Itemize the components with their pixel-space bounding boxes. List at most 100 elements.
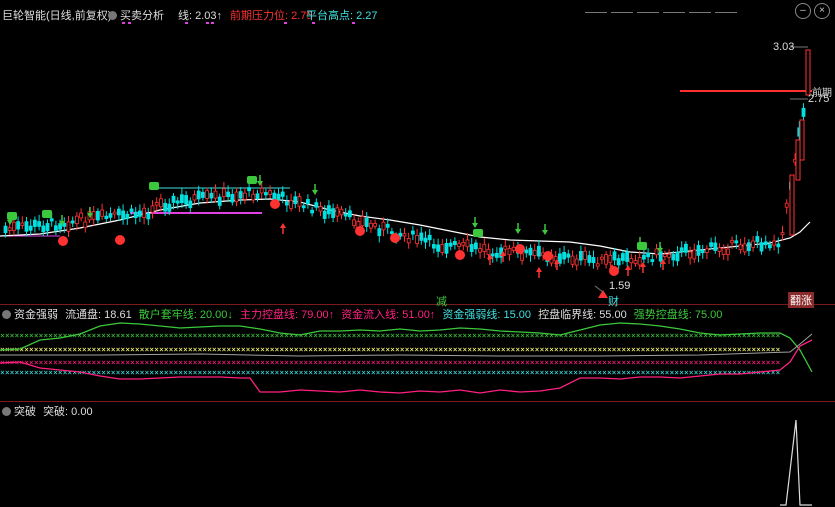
candle (326, 205, 331, 215)
money-icon (270, 199, 280, 209)
turn-up-marker: 翻涨 (788, 292, 814, 308)
candle (54, 225, 58, 231)
candle (524, 249, 529, 254)
candle (385, 223, 390, 228)
threshold-row: ××××××××××××××××××××××××××××××××××××××××… (0, 331, 780, 340)
candle (360, 216, 365, 227)
down-arrow-icon (472, 217, 478, 228)
candle (37, 221, 41, 227)
candle (75, 215, 79, 225)
signal-arrows (7, 175, 666, 278)
candle (318, 206, 323, 212)
candle (41, 225, 46, 233)
money-icon (355, 226, 365, 236)
money-icon (515, 244, 525, 254)
candle (431, 244, 436, 249)
candle (410, 230, 415, 235)
candle (158, 198, 163, 208)
settings-icon[interactable] (2, 407, 11, 416)
down-arrow-icon (542, 224, 548, 235)
candle (532, 249, 537, 256)
threshold-row: ××××××××××××××××××××××××××××××××××××××××… (0, 358, 780, 367)
high-price-label: 3.03 (773, 41, 795, 53)
candle (108, 213, 113, 218)
candle (482, 243, 487, 252)
chart-canvas[interactable]: ××××××××××××××××××××××××××××××××××××××××… (0, 0, 835, 507)
candle (11, 221, 16, 231)
candle (486, 248, 491, 255)
candle (343, 213, 348, 217)
candle (45, 223, 50, 232)
candle (377, 228, 382, 237)
candle (146, 213, 151, 220)
threshold-row: ××××××××××××××××××××××××××××××××××××××××… (0, 345, 780, 354)
candle (381, 221, 386, 231)
candle (79, 212, 83, 219)
candle (83, 221, 88, 229)
candle (574, 258, 579, 266)
candle (310, 209, 315, 214)
down-arrow-icon (312, 184, 318, 195)
candle (734, 240, 739, 244)
candle (520, 253, 524, 261)
candle (209, 192, 214, 199)
money-icon (390, 233, 400, 243)
candle (16, 221, 21, 230)
candle (268, 190, 273, 196)
candle (616, 258, 621, 266)
candle (117, 208, 121, 216)
candle (427, 234, 432, 241)
candle (171, 195, 176, 203)
candle (415, 235, 420, 244)
qiangshi-value: 强势控盘线: 75.00 (633, 309, 723, 321)
candle (188, 200, 193, 208)
up-arrow-icon (280, 223, 286, 234)
candle (230, 193, 235, 203)
liuru-value: 资金流入线: 51.00↑ (341, 309, 436, 321)
candle (579, 251, 583, 261)
panel2-name[interactable]: 资金强弱 (14, 309, 58, 321)
candle (625, 251, 629, 262)
candle (503, 245, 508, 250)
candle (738, 244, 743, 251)
candle (137, 210, 142, 217)
candle (562, 251, 566, 260)
candlesticks (3, 49, 811, 271)
candle (469, 244, 474, 252)
candle (436, 244, 441, 252)
candle (759, 242, 764, 252)
candle (461, 242, 466, 246)
candle (368, 222, 373, 229)
candle (684, 243, 688, 253)
treasure-icon (7, 212, 17, 220)
candle (700, 249, 705, 254)
candle (150, 205, 155, 213)
up-arrow-icon (625, 265, 631, 276)
panel3-name[interactable]: 突破 (14, 406, 36, 418)
up-arrow-icon (536, 267, 542, 278)
breakout-spike (780, 419, 812, 506)
treasure-icon (473, 229, 483, 237)
candle (284, 201, 289, 206)
candle (3, 225, 8, 234)
settings-icon[interactable] (2, 310, 11, 319)
candle (339, 208, 344, 216)
candle (742, 243, 747, 253)
candle (705, 248, 709, 253)
candle (799, 119, 805, 161)
candle (70, 220, 75, 224)
candle (129, 208, 134, 212)
candle (608, 254, 613, 263)
treasure-icon (247, 176, 257, 184)
candle (717, 247, 722, 252)
candle (121, 210, 125, 220)
candle (667, 253, 671, 258)
candle (570, 255, 575, 265)
candle (179, 194, 184, 204)
candle (444, 243, 449, 254)
candle (490, 253, 495, 257)
breakout-value: 突破: 0.00 (43, 406, 93, 418)
candle (364, 217, 369, 227)
candle (730, 240, 734, 244)
candle (373, 223, 378, 227)
